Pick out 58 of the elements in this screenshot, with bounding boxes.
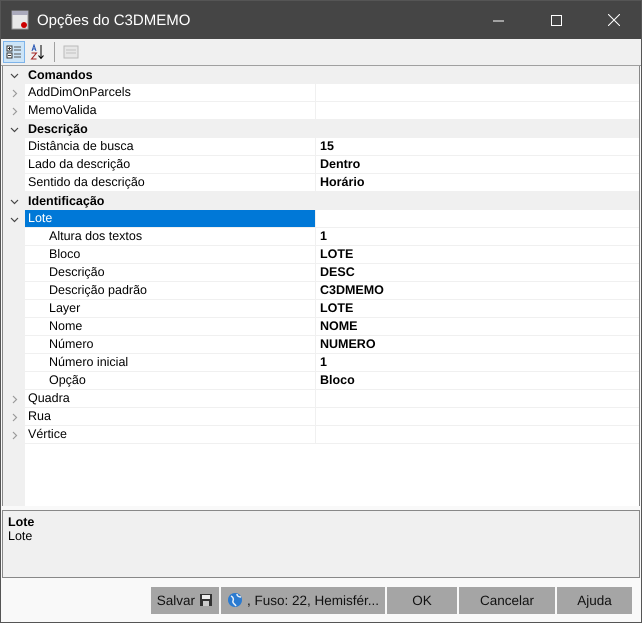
property-value[interactable]: NUMERO xyxy=(316,336,639,354)
property-name[interactable]: MemoValida xyxy=(25,102,316,120)
property-value[interactable]: C3DMEMO xyxy=(316,282,639,300)
dialog-button[interactable]: OK xyxy=(387,586,457,614)
category-header: Identificação xyxy=(25,192,639,210)
property-name[interactable]: Quadra xyxy=(25,390,316,408)
category-header: Descrição xyxy=(25,120,639,138)
property-name[interactable]: Número inicial xyxy=(25,354,316,372)
sort-icon xyxy=(30,44,46,60)
property-name[interactable]: Lado da descrição xyxy=(25,156,316,174)
property-name[interactable]: Layer xyxy=(25,300,316,318)
collapse-icon[interactable] xyxy=(10,124,18,134)
property-name[interactable]: Distância de busca xyxy=(25,138,316,156)
property-value[interactable]: 1 xyxy=(316,354,639,372)
property-name[interactable]: Número xyxy=(25,336,316,354)
property-name[interactable]: Descrição xyxy=(25,264,316,282)
property-value[interactable]: Bloco xyxy=(316,372,639,390)
dialog-button[interactable]: Cancelar xyxy=(459,586,555,614)
expand-icon[interactable] xyxy=(10,394,18,404)
property-name[interactable]: AddDimOnParcels xyxy=(25,84,316,102)
collapse-icon[interactable] xyxy=(10,70,18,80)
property-name[interactable]: Lote xyxy=(25,210,316,228)
property-value[interactable]: Dentro xyxy=(316,156,639,174)
property-name[interactable]: Opção xyxy=(25,372,316,390)
save-icon xyxy=(198,593,213,607)
property-name[interactable]: Rua xyxy=(25,408,316,426)
save-button[interactable]: Salvar xyxy=(150,586,219,614)
description-text: Lote xyxy=(8,529,34,543)
property-value[interactable]: 1 xyxy=(316,228,639,246)
category-header: Comandos xyxy=(25,66,639,84)
property-value[interactable]: LOTE xyxy=(316,246,639,264)
property-value[interactable]: LOTE xyxy=(316,300,639,318)
property-value[interactable]: DESC xyxy=(316,264,639,282)
property-name[interactable]: Altura dos textos xyxy=(25,228,316,246)
property-name[interactable]: Sentido da descrição xyxy=(25,174,316,192)
collapse-icon[interactable] xyxy=(10,214,18,224)
zone-button[interactable]: , Fuso: 22, Hemisfér... xyxy=(220,586,385,614)
collapse-icon[interactable] xyxy=(10,196,18,206)
expand-icon[interactable] xyxy=(10,88,18,98)
property-value[interactable]: NOME xyxy=(316,318,639,336)
categorized-button[interactable] xyxy=(3,41,25,63)
description-title: Lote xyxy=(8,515,36,529)
close-icon[interactable] xyxy=(608,14,620,26)
property-name[interactable]: Bloco xyxy=(25,246,316,264)
property-name[interactable]: Nome xyxy=(25,318,316,336)
expand-icon[interactable] xyxy=(10,430,18,440)
app-icon xyxy=(11,10,29,30)
expand-icon[interactable] xyxy=(10,106,18,116)
property-pages-icon xyxy=(63,44,79,60)
globe-icon xyxy=(226,592,243,608)
property-name[interactable]: Vértice xyxy=(25,426,316,444)
window-title: Opções do C3DMEMO xyxy=(37,12,192,28)
property-name[interactable]: Descrição padrão xyxy=(25,282,316,300)
maximize-icon[interactable] xyxy=(550,14,562,26)
property-value[interactable]: 15 xyxy=(316,138,639,156)
expand-icon[interactable] xyxy=(10,412,18,422)
categorized-icon xyxy=(6,44,22,60)
dialog-button[interactable]: Ajuda xyxy=(557,586,632,614)
